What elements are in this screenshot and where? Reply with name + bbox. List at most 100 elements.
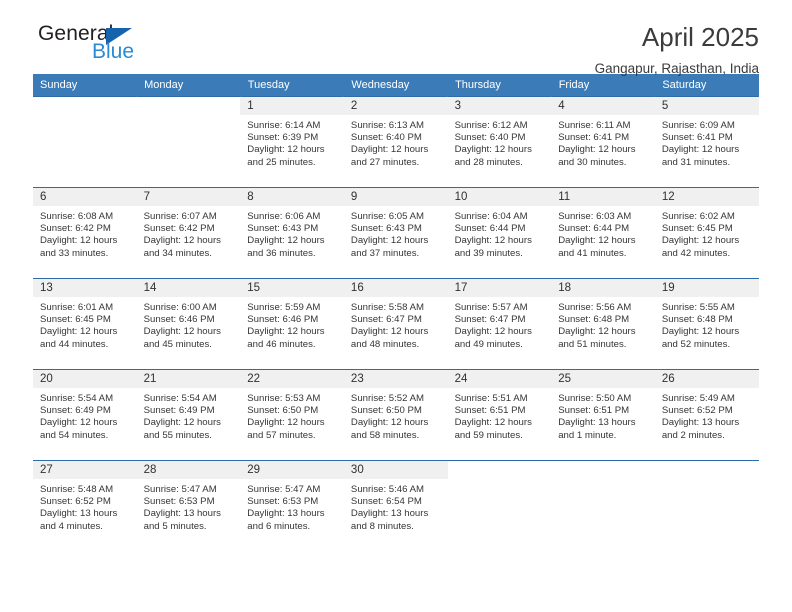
sunrise-time: Sunrise: 6:11 AM [558, 120, 631, 131]
sunset-time: Sunset: 6:47 PM [350, 314, 422, 326]
sunrise-time: Sunrise: 6:09 AM [661, 120, 735, 131]
day-number: 3 [447, 97, 552, 115]
sunrise-time: Sunrise: 5:54 AM [40, 393, 114, 404]
calendar-cell-day[interactable]: 18 Sunrise: 5:56 AM Sunset: 6:48 PM Dayligh… [551, 278, 655, 370]
page-subtitle: Gangapur, Rajasthan, India [594, 61, 759, 76]
page-title: April 2025 [641, 22, 759, 52]
calendar-cell-day[interactable]: 17 Sunrise: 5:57 AM Sunset: 6:47 PM Dayligh… [447, 278, 552, 370]
calendar-cell-day[interactable]: 13 Sunrise: 6:01 AM Sunset: 6:45 PM Dayligh… [33, 278, 137, 370]
sunrise-time: Sunrise: 5:55 AM [661, 302, 735, 313]
calendar-week-row: 27 Sunrise: 5:48 AM Sunset: 6:52 PM Dayligh… [33, 460, 759, 551]
calendar-week-row: 1 Sunrise: 6:14 AM Sunset: 6:39 PM Daylight… [33, 96, 759, 188]
sunset-time: Sunset: 6:52 PM [40, 496, 111, 508]
sunset-time: Sunset: 6:50 PM [247, 405, 319, 417]
calendar-cell-day[interactable]: 19 Sunrise: 5:55 AM Sunset: 6:48 PM Dayligh… [654, 278, 759, 370]
calendar-week-row: 20 Sunrise: 5:54 AM Sunset: 6:49 PM Dayligh… [33, 369, 759, 461]
calendar-cell-day[interactable]: 24 Sunrise: 5:51 AM Sunset: 6:51 PM Dayligh… [447, 369, 552, 461]
daylight-duration: Daylight: 12 hours and 45 minutes. [143, 326, 221, 350]
sunrise-time: Sunrise: 6:08 AM [40, 211, 114, 222]
day-details: Sunrise: 5:50 AM Sunset: 6:51 PM Daylight:… [551, 388, 655, 442]
daylight-duration: Daylight: 12 hours and 48 minutes. [350, 326, 429, 350]
day-number [136, 97, 241, 115]
day-number: 16 [343, 279, 448, 297]
day-number: 14 [136, 279, 241, 297]
calendar-cell-day[interactable]: 22 Sunrise: 5:53 AM Sunset: 6:50 PM Dayligh… [240, 369, 344, 461]
calendar-cell-day[interactable]: 14 Sunrise: 6:00 AM Sunset: 6:46 PM Dayligh… [136, 278, 241, 370]
calendar-cell-day[interactable]: 27 Sunrise: 5:48 AM Sunset: 6:52 PM Dayligh… [33, 460, 137, 551]
day-number [551, 461, 655, 479]
calendar-cell-day[interactable]: 29 Sunrise: 5:47 AM Sunset: 6:53 PM Dayligh… [240, 460, 344, 551]
calendar-cell-day[interactable]: 23 Sunrise: 5:52 AM Sunset: 6:50 PM Dayligh… [343, 369, 448, 461]
day-number: 27 [33, 461, 137, 479]
day-number: 5 [654, 97, 759, 115]
day-details: Sunrise: 6:09 AM Sunset: 6:41 PM Daylight:… [655, 115, 759, 169]
day-details: Sunrise: 6:03 AM Sunset: 6:44 PM Daylight:… [551, 206, 655, 260]
calendar-cell-day[interactable]: 3 Sunrise: 6:12 AM Sunset: 6:40 PM Daylight… [447, 96, 552, 188]
daylight-duration: Daylight: 12 hours and 55 minutes. [143, 417, 221, 441]
sunset-time: Sunset: 6:52 PM [661, 405, 733, 417]
sunset-time: Sunset: 6:50 PM [350, 405, 422, 417]
calendar-cell-day[interactable]: 15 Sunrise: 5:59 AM Sunset: 6:46 PM Dayligh… [240, 278, 344, 370]
day-number: 8 [240, 188, 344, 206]
sunrise-time: Sunrise: 5:54 AM [143, 393, 217, 404]
calendar-cell-day[interactable]: 28 Sunrise: 5:47 AM Sunset: 6:53 PM Dayligh… [136, 460, 241, 551]
day-details: Sunrise: 6:00 AM Sunset: 6:46 PM Daylight:… [137, 297, 241, 351]
daylight-duration: Daylight: 12 hours and 41 minutes. [558, 235, 636, 259]
calendar-cell-day[interactable]: 26 Sunrise: 5:49 AM Sunset: 6:52 PM Dayligh… [654, 369, 759, 461]
calendar-cell-day[interactable]: 6 Sunrise: 6:08 AM Sunset: 6:42 PM Daylight… [33, 187, 137, 279]
calendar-cell-day[interactable]: 8 Sunrise: 6:06 AM Sunset: 6:43 PM Daylight… [240, 187, 344, 279]
day-details: Sunrise: 5:59 AM Sunset: 6:46 PM Daylight:… [240, 297, 344, 351]
day-details: Sunrise: 5:48 AM Sunset: 6:52 PM Daylight:… [33, 479, 137, 533]
calendar-cell-day[interactable]: 10 Sunrise: 6:04 AM Sunset: 6:44 PM Dayligh… [447, 187, 552, 279]
day-number [33, 97, 137, 115]
daylight-duration: Daylight: 12 hours and 46 minutes. [247, 326, 325, 350]
sunrise-time: Sunrise: 5:56 AM [558, 302, 632, 313]
sunrise-time: Sunrise: 6:03 AM [558, 211, 632, 222]
day-details: Sunrise: 6:06 AM Sunset: 6:43 PM Daylight:… [240, 206, 344, 260]
calendar-cell-day[interactable]: 20 Sunrise: 5:54 AM Sunset: 6:49 PM Dayligh… [33, 369, 137, 461]
weekday-header-tuesday: Tuesday [240, 74, 345, 97]
calendar-cell-day[interactable]: 25 Sunrise: 5:50 AM Sunset: 6:51 PM Dayligh… [551, 369, 655, 461]
sunrise-time: Sunrise: 5:53 AM [247, 393, 321, 404]
calendar-cell-empty [551, 460, 655, 551]
daylight-duration: Daylight: 12 hours and 34 minutes. [143, 235, 221, 259]
calendar-cell-day[interactable]: 2 Sunrise: 6:13 AM Sunset: 6:40 PM Daylight… [343, 96, 448, 188]
sunrise-sunset-calendar: Sunday Monday Tuesday Wednesday Thursday… [33, 74, 759, 551]
sunrise-time: Sunrise: 5:58 AM [350, 302, 424, 313]
day-details: Sunrise: 5:55 AM Sunset: 6:48 PM Daylight:… [655, 297, 759, 351]
calendar-cell-day[interactable]: 16 Sunrise: 5:58 AM Sunset: 6:47 PM Dayligh… [343, 278, 448, 370]
day-number: 15 [240, 279, 344, 297]
day-number: 25 [551, 370, 655, 388]
sunrise-time: Sunrise: 6:02 AM [661, 211, 735, 222]
daylight-duration: Daylight: 12 hours and 30 minutes. [558, 144, 636, 168]
daylight-duration: Daylight: 12 hours and 58 minutes. [350, 417, 429, 441]
daylight-duration: Daylight: 12 hours and 59 minutes. [454, 417, 532, 441]
daylight-duration: Daylight: 12 hours and 28 minutes. [454, 144, 532, 168]
day-number: 13 [33, 279, 137, 297]
calendar-cell-day[interactable]: 1 Sunrise: 6:14 AM Sunset: 6:39 PM Daylight… [240, 96, 344, 188]
calendar-cell-day[interactable]: 30 Sunrise: 5:46 AM Sunset: 6:54 PM Dayligh… [343, 460, 448, 551]
logo-text-blue: Blue [92, 40, 135, 63]
day-number: 12 [654, 188, 759, 206]
sunrise-time: Sunrise: 6:01 AM [40, 302, 114, 313]
calendar-cell-day[interactable]: 7 Sunrise: 6:07 AM Sunset: 6:42 PM Daylight… [136, 187, 241, 279]
sunset-time: Sunset: 6:47 PM [454, 314, 526, 326]
daylight-duration: Daylight: 12 hours and 42 minutes. [661, 235, 740, 259]
day-details: Sunrise: 6:04 AM Sunset: 6:44 PM Daylight:… [448, 206, 552, 260]
calendar-cell-day[interactable]: 21 Sunrise: 5:54 AM Sunset: 6:49 PM Dayligh… [136, 369, 241, 461]
daylight-duration: Daylight: 13 hours and 6 minutes. [247, 508, 325, 532]
day-details: Sunrise: 5:57 AM Sunset: 6:47 PM Daylight:… [448, 297, 552, 351]
calendar-week-row: 6 Sunrise: 6:08 AM Sunset: 6:42 PM Daylight… [33, 187, 759, 279]
day-number: 9 [343, 188, 448, 206]
calendar-body: 1 Sunrise: 6:14 AM Sunset: 6:39 PM Daylight… [33, 96, 759, 551]
sunset-time: Sunset: 6:53 PM [143, 496, 215, 508]
sunset-time: Sunset: 6:40 PM [350, 132, 422, 144]
calendar-cell-day[interactable]: 5 Sunrise: 6:09 AM Sunset: 6:41 PM Daylight… [654, 96, 759, 188]
calendar-cell-day[interactable]: 4 Sunrise: 6:11 AM Sunset: 6:41 PM Daylight… [551, 96, 655, 188]
day-details: Sunrise: 6:08 AM Sunset: 6:42 PM Daylight:… [33, 206, 137, 260]
calendar-cell-day[interactable]: 12 Sunrise: 6:02 AM Sunset: 6:45 PM Dayligh… [654, 187, 759, 279]
day-details: Sunrise: 5:54 AM Sunset: 6:49 PM Daylight:… [33, 388, 137, 442]
day-details: Sunrise: 5:56 AM Sunset: 6:48 PM Daylight:… [551, 297, 655, 351]
calendar-cell-day[interactable]: 9 Sunrise: 6:05 AM Sunset: 6:43 PM Daylight… [343, 187, 448, 279]
calendar-cell-day[interactable]: 11 Sunrise: 6:03 AM Sunset: 6:44 PM Dayligh… [551, 187, 655, 279]
